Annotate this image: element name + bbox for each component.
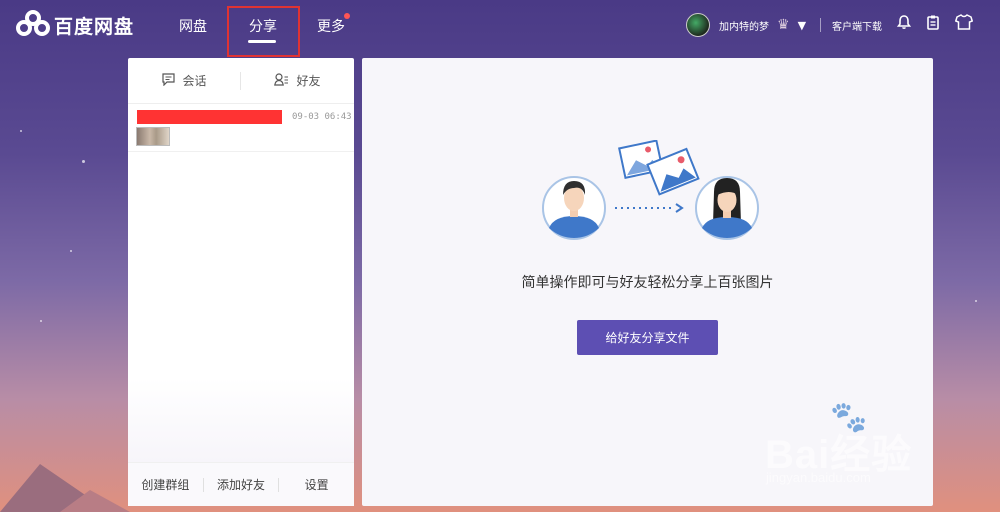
arrow-icon [615, 203, 684, 213]
nav-netdisk[interactable]: 网盘 [179, 16, 207, 36]
bell-icon[interactable] [894, 14, 914, 34]
panel-footer: 创建群组 添加好友 设置 [128, 462, 354, 506]
nav-more[interactable]: 更多 [317, 16, 345, 36]
tab-friends-label: 好友 [296, 74, 321, 88]
share-illustration [542, 140, 759, 240]
share-description: 简单操作即可与好友轻松分享上百张图片 [521, 275, 774, 291]
header-divider [820, 18, 821, 32]
friends-icon [274, 72, 289, 89]
photos-icon [618, 140, 700, 196]
add-friend-button[interactable]: 添加好友 [204, 476, 279, 493]
panel-fade [128, 378, 354, 462]
male-user-icon [542, 176, 606, 240]
conversation-panel: 会话 好友 09-03 06:43 创建群组 添加好友 设置 [128, 58, 354, 506]
conversation-thumbnail [136, 127, 170, 146]
logo[interactable]: 百度网盘 [16, 10, 134, 40]
avatar[interactable] [686, 13, 710, 37]
settings-button[interactable]: 设置 [279, 476, 354, 493]
logo-icon [16, 10, 50, 40]
tab-friends[interactable]: 好友 [241, 72, 354, 89]
notification-dot [344, 13, 350, 19]
redacted-contact-name [137, 110, 282, 124]
clipboard-icon[interactable] [923, 14, 943, 34]
nav-active-indicator [248, 40, 276, 43]
user-name[interactable]: 加内特的梦 [719, 18, 769, 33]
nav-share[interactable]: 分享 [249, 16, 277, 36]
chevron-down-icon[interactable]: ▼ [798, 19, 806, 32]
panel-tabs: 会话 好友 [128, 58, 354, 104]
share-to-friends-button[interactable]: 给好友分享文件 [577, 320, 718, 355]
chat-icon [162, 72, 176, 89]
tab-conversations-label: 会话 [182, 74, 207, 88]
crown-icon[interactable]: ♛ [777, 17, 790, 33]
client-download-link[interactable]: 客户端下载 [832, 18, 882, 33]
logo-text: 百度网盘 [54, 15, 135, 38]
top-bar: 百度网盘 网盘 分享 更多 加内特的梦 ♛ ▼ 客户端下载 [0, 0, 1000, 57]
female-user-icon [695, 176, 759, 240]
watermark-url: jingyan.baidu.com [766, 470, 871, 485]
list-item[interactable]: 09-03 06:43 [128, 104, 354, 152]
tshirt-icon[interactable] [954, 14, 974, 34]
create-group-button[interactable]: 创建群组 [128, 476, 203, 493]
conversation-time: 09-03 06:43 [292, 112, 352, 122]
user-menu[interactable]: 加内特的梦 ♛ ▼ [686, 13, 806, 37]
tab-conversations[interactable]: 会话 [128, 72, 241, 89]
tab-divider [240, 72, 241, 90]
baidu-jingyan-watermark: 🐾 Bai经验 jingyan.baidu.com [760, 400, 960, 495]
